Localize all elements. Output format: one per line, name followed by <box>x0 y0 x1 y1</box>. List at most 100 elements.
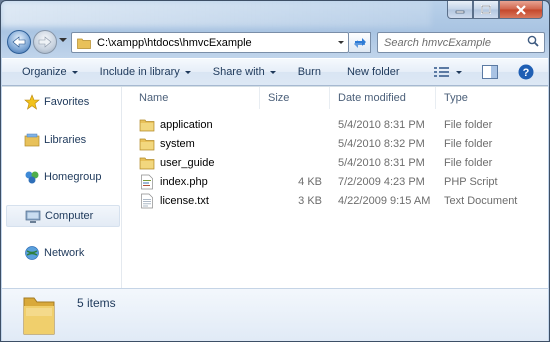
maximize-icon <box>481 5 491 14</box>
php-file-icon <box>141 174 153 189</box>
preview-pane-icon <box>482 65 498 79</box>
file-name: index.php <box>160 175 208 188</box>
burn-label: Burn <box>297 66 321 78</box>
organize-label: Organize <box>22 66 67 78</box>
folder-icon <box>139 138 155 150</box>
close-icon <box>516 4 526 15</box>
new-folder-label: New folder <box>346 66 400 78</box>
share-with-label: Share with <box>212 66 265 78</box>
view-dropdown[interactable] <box>452 58 468 86</box>
minimize-icon <box>455 10 465 13</box>
nav-item-favorites[interactable]: Favorites <box>6 91 120 113</box>
forward-button[interactable] <box>33 30 57 54</box>
help-button[interactable]: ? <box>510 58 542 86</box>
nav-item-network[interactable]: Network <box>6 242 120 264</box>
back-button[interactable] <box>7 30 31 54</box>
include-in-library-menu[interactable]: Include in library <box>92 58 199 86</box>
folder-icon <box>139 119 155 131</box>
view-options-icon <box>434 67 449 77</box>
nav-item-computer[interactable]: Computer <box>6 205 120 227</box>
table-row[interactable]: application 5/4/2010 8:31 PM File folder <box>123 115 548 134</box>
computer-icon <box>25 210 41 223</box>
file-type: File folder <box>444 137 493 150</box>
file-size: 3 KB <box>298 194 322 207</box>
refresh-button[interactable] <box>349 32 371 53</box>
item-count: 5 items <box>77 296 116 310</box>
file-date: 5/4/2010 8:31 PM <box>338 156 425 169</box>
chevron-down-icon <box>269 70 276 74</box>
nav-item-label: Computer <box>45 210 94 222</box>
maximize-button[interactable] <box>473 1 499 19</box>
svg-text:?: ? <box>523 67 530 79</box>
folder-icon <box>77 38 91 49</box>
minimize-button[interactable] <box>447 1 473 19</box>
file-rows: application 5/4/2010 8:31 PM File folder… <box>123 115 548 210</box>
title-bar-glass <box>1 1 431 27</box>
network-icon <box>25 246 39 260</box>
new-folder-button[interactable]: New folder <box>339 58 408 86</box>
table-row[interactable]: user_guide 5/4/2010 8:31 PM File folder <box>123 153 548 172</box>
forward-arrow-icon <box>38 36 52 48</box>
file-name: system <box>160 137 195 150</box>
explorer-window: C:\xampp\htdocs\hmvcExample Organize Inc… <box>0 0 550 342</box>
library-icon <box>24 133 40 147</box>
column-header-type[interactable]: Type <box>436 87 548 109</box>
navigation-row: C:\xampp\htdocs\hmvcExample <box>7 29 545 55</box>
star-icon <box>24 94 40 110</box>
file-type: File folder <box>444 156 493 169</box>
details-pane: 5 items <box>2 288 548 341</box>
file-size: 4 KB <box>298 175 322 188</box>
chevron-down-icon <box>71 70 78 74</box>
organize-menu[interactable]: Organize <box>14 58 86 86</box>
search-input[interactable] <box>384 36 524 49</box>
file-name: license.txt <box>160 194 209 207</box>
file-type: PHP Script <box>444 175 498 188</box>
file-name: application <box>160 118 213 131</box>
file-list: Name Size Date modified Type application… <box>123 87 548 289</box>
file-type: File folder <box>444 118 493 131</box>
nav-item-label: Network <box>44 247 85 259</box>
file-date: 7/2/2009 4:23 PM <box>338 175 425 188</box>
text-file-icon <box>141 193 153 208</box>
file-date: 4/22/2009 9:15 AM <box>338 194 431 207</box>
recent-pages-dropdown[interactable] <box>59 38 67 42</box>
file-date: 5/4/2010 8:32 PM <box>338 137 425 150</box>
address-bar[interactable]: C:\xampp\htdocs\hmvcExample <box>71 32 349 53</box>
address-path: C:\xampp\htdocs\hmvcExample <box>97 36 252 49</box>
table-row[interactable]: index.php 4 KB 7/2/2009 4:23 PM PHP Scri… <box>123 172 548 191</box>
folder-icon <box>139 157 155 169</box>
nav-item-label: Homegroup <box>44 171 102 183</box>
file-type: Text Document <box>444 194 518 207</box>
close-button[interactable] <box>499 1 543 19</box>
file-date: 5/4/2010 8:31 PM <box>338 118 425 131</box>
table-row[interactable]: system 5/4/2010 8:32 PM File folder <box>123 134 548 153</box>
column-header-date-modified[interactable]: Date modified <box>330 87 436 109</box>
nav-item-homegroup[interactable]: Homegroup <box>6 166 120 188</box>
help-icon: ? <box>518 64 534 80</box>
back-arrow-icon <box>12 36 26 48</box>
folder-icon <box>23 297 55 335</box>
navigation-pane: Favorites Libraries Homegroup Computer N… <box>2 87 122 289</box>
column-header-size[interactable]: Size <box>260 87 330 109</box>
preview-pane-button[interactable] <box>474 58 506 86</box>
chevron-down-icon <box>184 70 191 74</box>
column-headers: Name Size Date modified Type <box>123 87 548 109</box>
content-area: Favorites Libraries Homegroup Computer N… <box>2 86 548 289</box>
command-bar: Organize Include in library Share with B… <box>2 58 548 86</box>
nav-item-libraries[interactable]: Libraries <box>6 129 120 151</box>
search-icon[interactable] <box>527 35 539 50</box>
change-view-button[interactable] <box>426 58 452 86</box>
file-name: user_guide <box>160 156 215 169</box>
homegroup-icon <box>25 171 39 184</box>
column-header-name[interactable]: Name <box>123 87 260 109</box>
share-with-menu[interactable]: Share with <box>205 58 284 86</box>
burn-button[interactable]: Burn <box>290 58 329 86</box>
table-row[interactable]: license.txt 3 KB 4/22/2009 9:15 AM Text … <box>123 191 548 210</box>
caption-buttons <box>447 1 543 19</box>
address-dropdown[interactable] <box>338 41 344 44</box>
chevron-down-icon <box>456 70 462 74</box>
nav-item-label: Libraries <box>44 134 87 146</box>
include-in-library-label: Include in library <box>99 66 180 78</box>
search-box[interactable] <box>377 32 545 53</box>
refresh-icon <box>353 37 366 48</box>
